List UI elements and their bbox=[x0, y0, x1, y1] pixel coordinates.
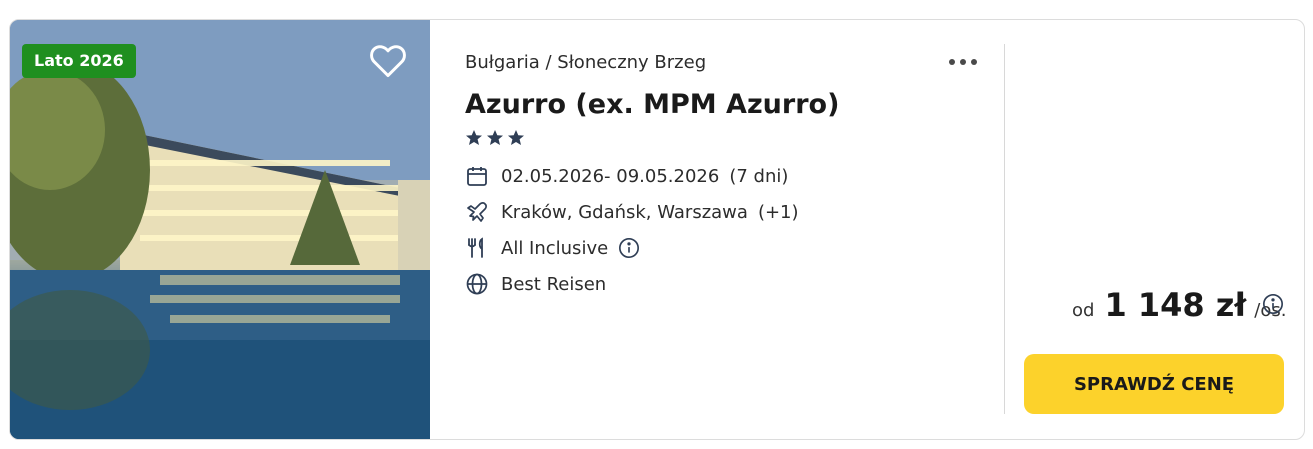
departure-row: Kraków, Gdańsk, Warszawa (+1) bbox=[465, 194, 995, 230]
heart-icon[interactable] bbox=[366, 38, 410, 82]
price-info-icon[interactable] bbox=[1262, 293, 1284, 315]
vertical-divider bbox=[1004, 44, 1005, 414]
departure-more[interactable]: (+1) bbox=[758, 202, 799, 223]
price-amount: 1 148 zł bbox=[1104, 286, 1247, 324]
duration-text: (7 dni) bbox=[729, 165, 789, 187]
dates-row: 02.05.2026- 09.05.2026 (7 dni) bbox=[465, 158, 995, 194]
hotel-stars bbox=[465, 128, 995, 150]
more-dots-icon[interactable] bbox=[945, 50, 981, 74]
globe-icon bbox=[465, 272, 489, 296]
star-icon bbox=[466, 130, 524, 145]
board-row: All Inclusive bbox=[465, 230, 995, 266]
operator-row: Best Reisen bbox=[465, 266, 995, 302]
check-price-button[interactable]: SPRAWDŹ CENĘ bbox=[1024, 354, 1284, 414]
board-text: All Inclusive bbox=[501, 237, 609, 259]
offer-info: Bułgaria / Słoneczny Brzeg Azurro (ex. M… bbox=[465, 50, 995, 302]
departure-text: Kraków, Gdańsk, Warszawa bbox=[501, 201, 748, 223]
price-prefix: od bbox=[1072, 300, 1095, 321]
hotel-name[interactable]: Azurro (ex. MPM Azurro) bbox=[465, 88, 995, 122]
hotel-photo-illustration bbox=[10, 20, 430, 439]
hotel-location[interactable]: Bułgaria / Słoneczny Brzeg bbox=[465, 50, 995, 76]
season-badge: Lato 2026 bbox=[22, 44, 136, 78]
dates-text: 02.05.2026- 09.05.2026 bbox=[501, 165, 720, 187]
hotel-photo[interactable]: Lato 2026 bbox=[10, 20, 430, 439]
plane-icon bbox=[465, 200, 489, 224]
info-icon[interactable] bbox=[618, 237, 640, 259]
price-block: od 1 148 zł /os. bbox=[1072, 286, 1286, 324]
cutlery-icon bbox=[465, 236, 489, 260]
calendar-icon bbox=[465, 164, 489, 188]
offer-card[interactable]: Lato 2026 Bułgaria / Słoneczny Brzeg Azu… bbox=[9, 19, 1305, 440]
operator-text: Best Reisen bbox=[501, 273, 607, 295]
